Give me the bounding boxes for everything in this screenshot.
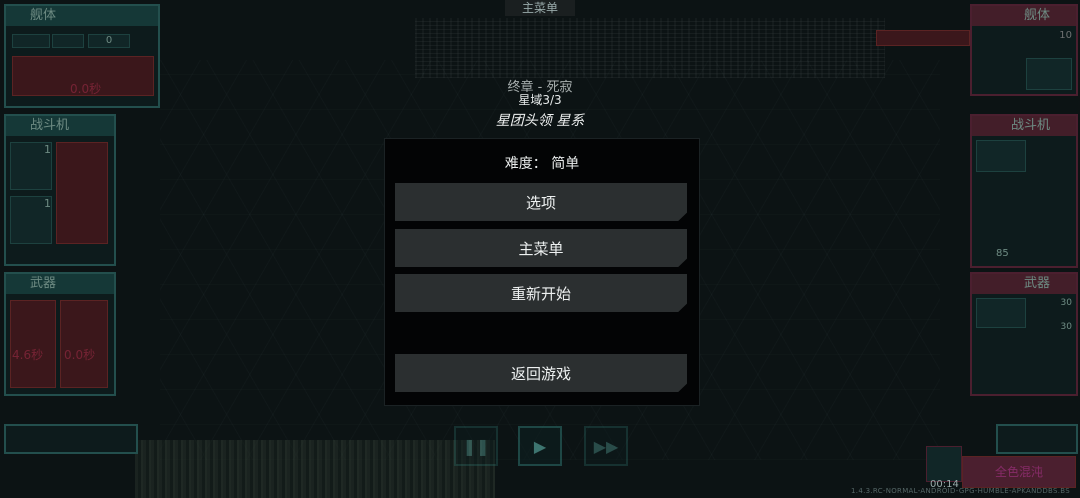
weapon-stat-a: 4.6秒 [12, 348, 44, 362]
weapon-stat-b: 0.0秒 [64, 348, 96, 362]
right-weapons-panel: 武器 30 30 [970, 272, 1078, 396]
left-weapons-title: 武器 [6, 274, 114, 294]
fighter-slot-2: 1 [10, 196, 52, 244]
left-hull-title: 舰体 [6, 6, 158, 26]
ship-sprite [135, 440, 495, 498]
hull-bar-2 [52, 34, 84, 48]
enemy-hull-bar [876, 30, 970, 46]
sector-name: 星团头领 星系 [495, 113, 585, 129]
right-fighter-count: 85 [996, 248, 1009, 259]
left-fighters-panel: 战斗机 1 1 0.0秒 [4, 114, 116, 316]
weapon-slot-1 [10, 300, 56, 388]
weapon-slot-2 [60, 300, 108, 388]
version-label: 1.4.3.RC-NORMAL-ANDROID-GPG-HUMBLE-APKAN… [851, 487, 1070, 495]
sector-progress: 星域3/3 [518, 93, 562, 107]
right-fighter-slot [976, 140, 1026, 172]
difficulty-label: 难度： 简单 [504, 156, 580, 172]
main-menu-button[interactable]: 主菜单 [395, 229, 687, 267]
pause-menu: 难度： 简单 选项 主菜单 重新开始 返回游戏 [384, 138, 700, 406]
right-weapon-slot [976, 298, 1026, 328]
enemy-portrait [926, 446, 962, 482]
resume-button[interactable]: 返回游戏 [395, 354, 687, 392]
restart-button[interactable]: 重新开始 [395, 274, 687, 312]
fighter-red-block [56, 142, 108, 244]
left-toolbar [4, 424, 138, 454]
options-button[interactable]: 选项 [395, 183, 687, 221]
right-fighters-panel: 战斗机 85 [970, 114, 1078, 268]
hull-bar-1 [12, 34, 50, 48]
right-toolbar [996, 424, 1078, 454]
top-title-bar: 主菜单 [505, 0, 575, 16]
left-weapons-panel: 武器 4.6秒 0.0秒 [4, 272, 116, 396]
right-weapon-val-b: 30 [1060, 322, 1072, 332]
right-hull-title: 舰体 [972, 6, 1076, 26]
right-hull-value: 10 [1059, 30, 1072, 41]
glitch-overlay [415, 18, 885, 78]
play-icon[interactable]: ▶ [518, 426, 562, 466]
special-ability-box: 全色混沌 [962, 456, 1076, 488]
fast-forward-icon[interactable]: ▶▶ [584, 426, 628, 466]
pause-icon[interactable]: ❚❚ [454, 426, 498, 466]
hull-value-box: 0 [88, 34, 130, 48]
fighter-slot-1: 1 [10, 142, 52, 190]
right-weapons-title: 武器 [972, 274, 1076, 294]
right-weapon-val-a: 30 [1060, 298, 1072, 308]
